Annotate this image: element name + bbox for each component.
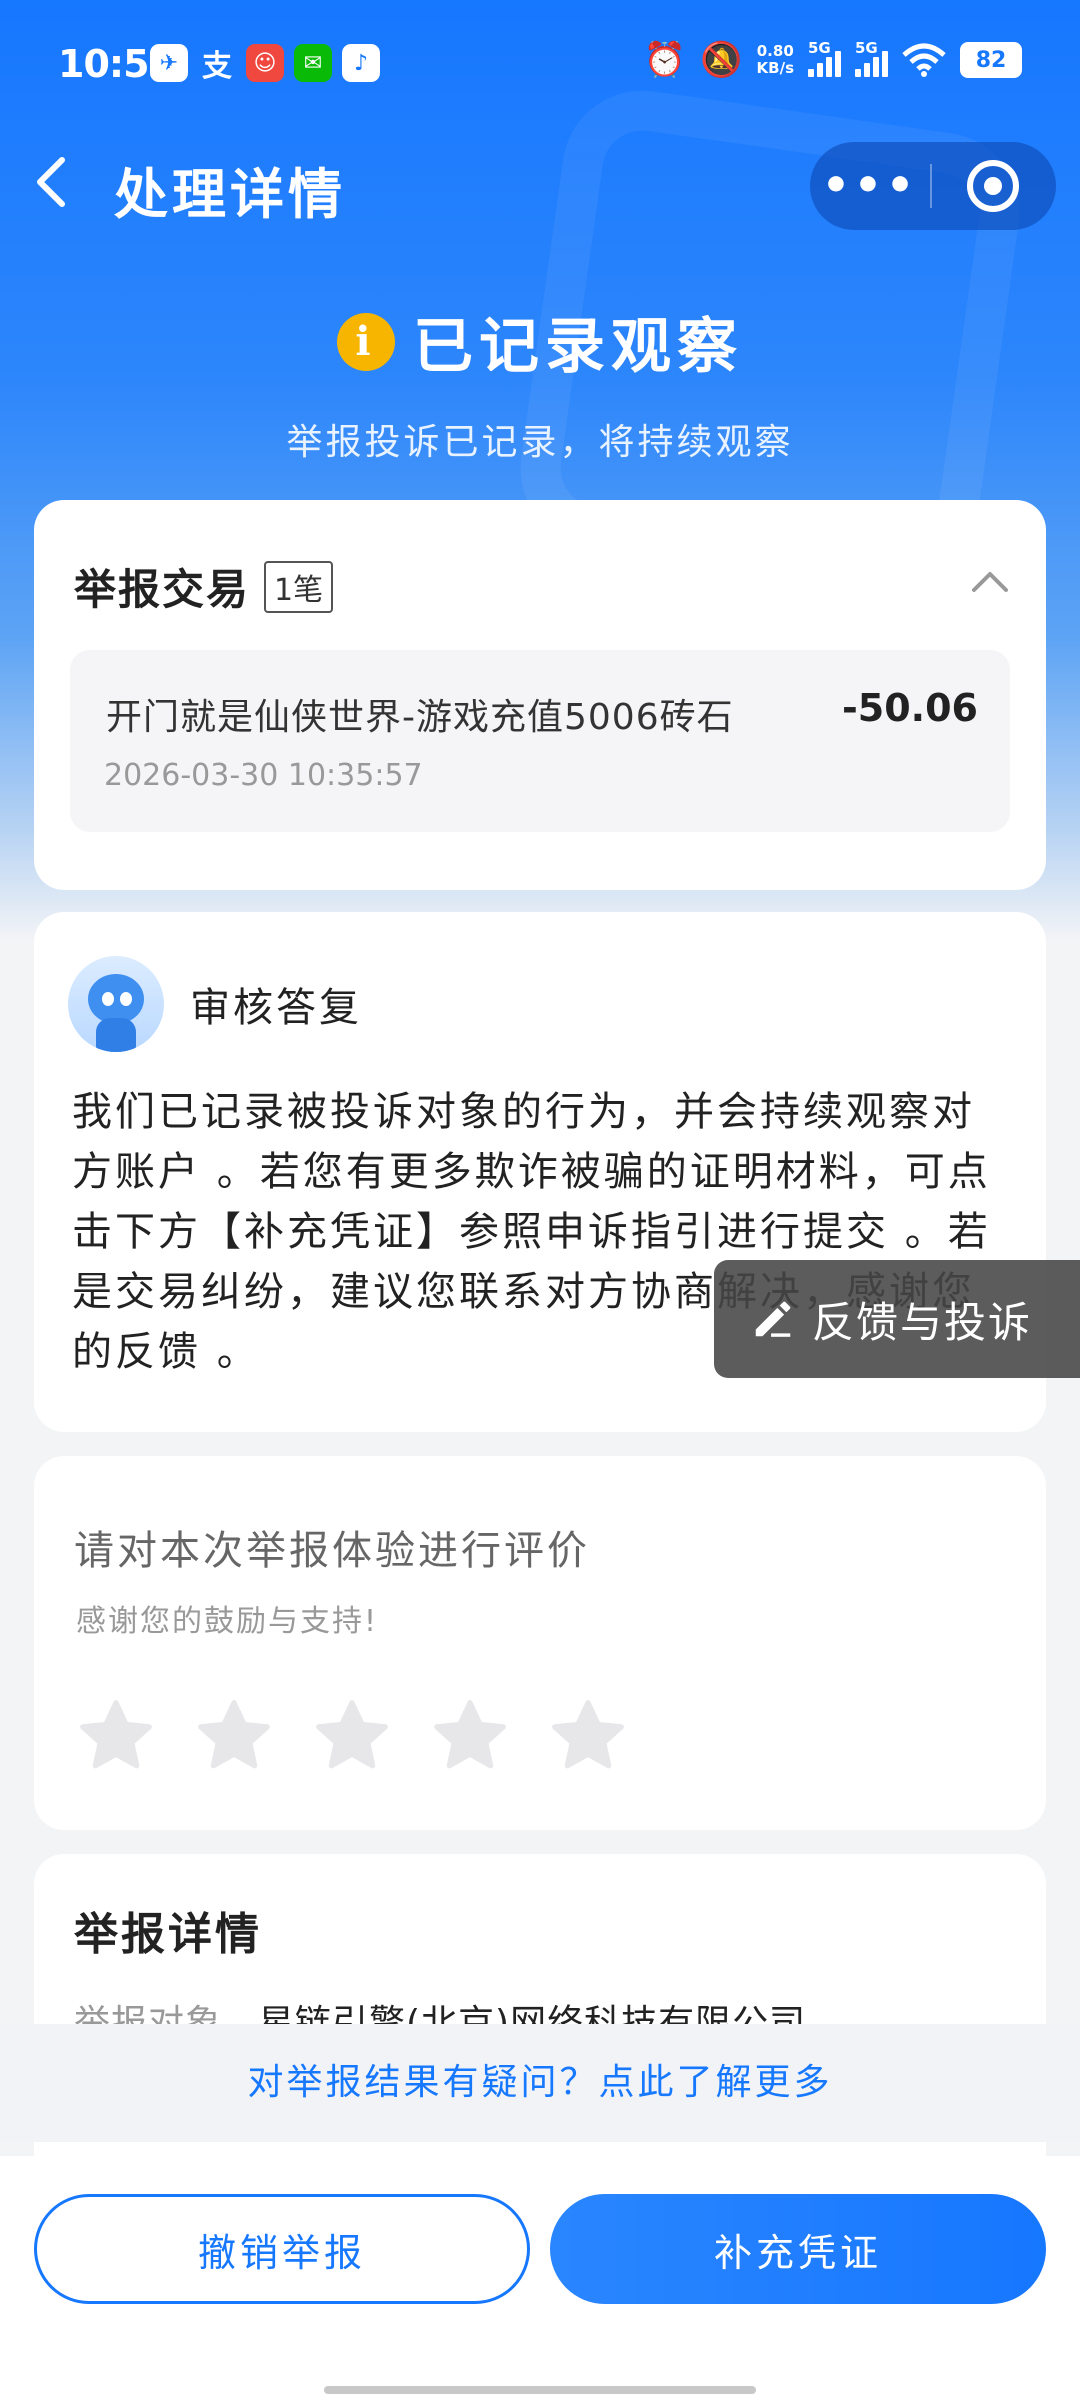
system-status: ⏰ 🔕 0.80 KB/s 5G 5G 82 [643, 39, 1022, 80]
rating-card: 请对本次举报体验进行评价 感谢您的鼓励与支持! [34, 1456, 1046, 1830]
transaction-time: 2026-03-30 10:35:57 [104, 758, 423, 793]
transaction-name: 开门就是仙侠世界-游戏充值5006砖石 [106, 697, 734, 738]
alarm-icon: ⏰ [643, 40, 687, 80]
edit-icon [755, 1301, 791, 1337]
star-icon[interactable] [192, 1694, 276, 1778]
notification-icons: ✈ 支 ☺ ✉ ♪ [150, 44, 380, 84]
wifi-icon [902, 43, 946, 77]
chevron-up-icon[interactable] [970, 566, 1010, 596]
close-miniapp-button[interactable] [932, 160, 1054, 212]
transaction-card: 举报交易 1笔 开门就是仙侠世界-游戏充值5006砖石 -50.06 2026-… [34, 500, 1046, 890]
home-indicator[interactable] [324, 2386, 756, 2394]
tiktok-icon: ♪ [342, 44, 380, 82]
help-link[interactable]: 对举报结果有疑问？点此了解更多 [0, 2024, 1080, 2142]
feedback-float-label: 反馈与投诉 [812, 1297, 1033, 1347]
alipay-icon: 支 [202, 49, 232, 84]
report-detail-title: 举报详情 [74, 1909, 262, 1960]
star-icon[interactable] [310, 1694, 394, 1778]
battery-icon: 82 [960, 42, 1022, 78]
back-button[interactable] [30, 152, 90, 212]
supplement-evidence-button[interactable]: 补充凭证 [550, 2194, 1046, 2304]
transaction-amount: -50.06 [842, 686, 978, 730]
cancel-report-button[interactable]: 撤销举报 [34, 2194, 530, 2304]
status-bar: 10:59 ✈ 支 ☺ ✉ ♪ ⏰ 🔕 0.80 KB/s 5G 5G 82 [0, 0, 1080, 130]
net-speed-unit: KB/s [756, 59, 794, 77]
net-speed-value: 0.80 [756, 42, 794, 60]
reviewer-avatar [68, 956, 164, 1052]
nav-bar: 处理详情 ••• [0, 130, 1080, 240]
rating-title: 请对本次举报体验进行评价 [74, 1528, 590, 1574]
result-title-row: i 已记录观察 [337, 298, 743, 385]
rating-subtitle: 感谢您的鼓励与支持! [76, 1604, 379, 1639]
star-rating [74, 1694, 630, 1778]
star-icon[interactable] [428, 1694, 512, 1778]
reviewer-name: 审核答复 [190, 985, 362, 1031]
result-title: 已记录观察 [413, 312, 743, 382]
target-icon [967, 160, 1019, 212]
transaction-card-title: 举报交易 [74, 565, 251, 614]
signal-1-label: 5G [808, 39, 831, 57]
game-icon: ☺ [246, 44, 284, 82]
reviewer-row: 审核答复 [68, 956, 362, 1052]
signal-1-icon: 5G [808, 39, 841, 77]
transaction-count-badge: 1笔 [264, 560, 334, 613]
star-icon[interactable] [74, 1694, 158, 1778]
transaction-item[interactable]: 开门就是仙侠世界-游戏充值5006砖石 -50.06 2026-03-30 10… [70, 650, 1010, 832]
info-icon: i [337, 312, 395, 371]
result-header: i 已记录观察 举报投诉已记录，将持续观察 [0, 298, 1080, 465]
signal-2-label: 5G [855, 39, 878, 57]
feedback-float-button[interactable]: 反馈与投诉 [714, 1260, 1080, 1378]
ctrip-icon: ✈ [150, 44, 188, 82]
miniapp-capsule: ••• [810, 142, 1056, 230]
chevron-left-icon [37, 157, 65, 207]
mute-icon: 🔕 [700, 40, 743, 80]
more-button[interactable]: ••• [810, 161, 930, 211]
net-speed: 0.80 KB/s [757, 43, 794, 77]
transaction-card-header: 举报交易 1笔 [74, 556, 334, 617]
signal-2-icon: 5G [855, 39, 888, 77]
result-subtitle: 举报投诉已记录，将持续观察 [286, 422, 794, 463]
wechat-icon: ✉ [294, 44, 332, 82]
bottom-action-bar: 撤销举报 补充凭证 [0, 2156, 1080, 2400]
star-icon[interactable] [546, 1694, 630, 1778]
page-title: 处理详情 [114, 163, 346, 226]
